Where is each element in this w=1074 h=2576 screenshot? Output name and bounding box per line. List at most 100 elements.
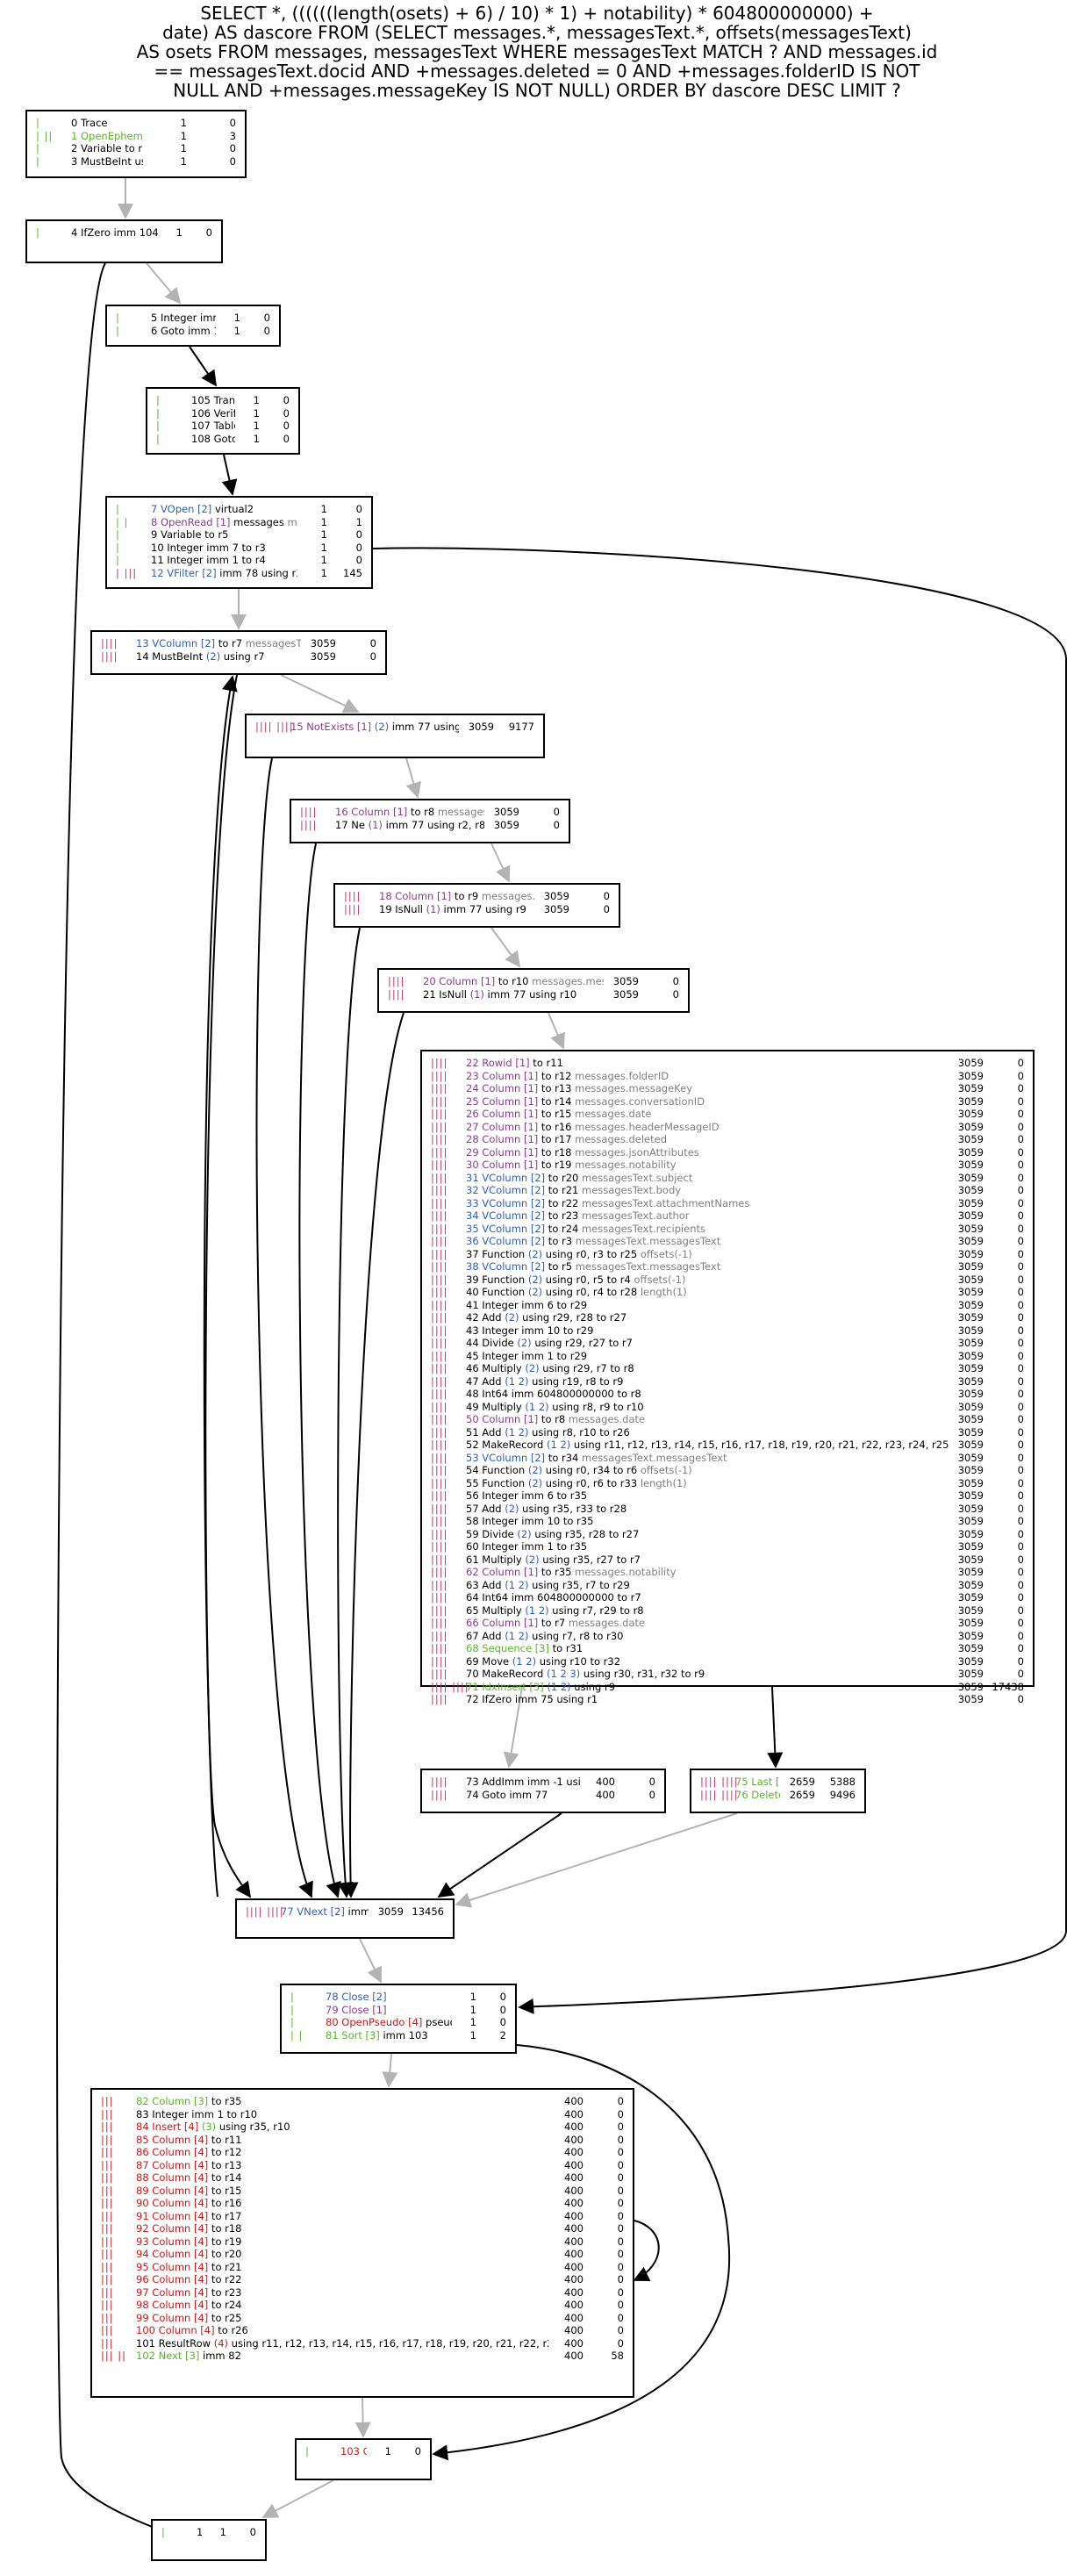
exec-count: 3059 bbox=[957, 1235, 984, 1247]
opcode-segment: (2) bbox=[517, 1337, 532, 1349]
opcode-segment: using r0, r5 to r4 bbox=[542, 1273, 634, 1286]
cycle-count: 0 bbox=[1017, 1273, 1024, 1286]
opcode-text: 56 Integer imm 6 to r35 bbox=[466, 1489, 949, 1503]
opcode-segment: 12 VFilter [2] bbox=[151, 566, 217, 579]
opcode-row: |||| 20 Column [1] to r10 messages.messag… bbox=[388, 975, 679, 988]
opcode-segment: imm 77 using r9 bbox=[440, 902, 526, 915]
cycle-count: 0 bbox=[617, 2133, 624, 2146]
opcode-row: |||| ||||76 Delete [3] 2659 9496 bbox=[700, 1789, 856, 1802]
opcode-text: 36 VColumn [2] to r3 messagesText.messag… bbox=[466, 1235, 949, 1248]
opcode-segment: messages.headerMessageID bbox=[575, 1120, 720, 1133]
register-bars: |||| bbox=[431, 1693, 448, 1705]
register-bars: | | bbox=[116, 515, 129, 528]
opcode-text: 102 Next [3] imm 82 bbox=[136, 2350, 548, 2363]
opcode-row: | 10 Integer imm 7 to r3 1 0 bbox=[116, 542, 362, 555]
cycle-count: 0 bbox=[1017, 1120, 1024, 1133]
exec-count: 400 bbox=[564, 2285, 584, 2299]
opcode-text: 44 Divide (2) using r29, r27 to r7 bbox=[466, 1337, 949, 1350]
flow-edge bbox=[204, 674, 252, 1898]
exec-count: 400 bbox=[564, 2311, 584, 2324]
opcode-block-n16: |||| 16 Column [1] to r8 messages.deleted… bbox=[290, 799, 570, 843]
opcode-row: ||| 92 Column [4] to r18 400 0 bbox=[101, 2222, 624, 2235]
opcode-segment: 97 Column [4] bbox=[136, 2285, 209, 2299]
opcode-row: |||| ||||77 VNext [2] imm 13 3059 13456 bbox=[246, 1905, 444, 1919]
opcode-row: |||| |||| 71 IdxInsert [3] (1 2) using r9… bbox=[431, 1681, 1024, 1694]
flow-edge bbox=[548, 1012, 565, 1050]
register-bars: |||| bbox=[431, 1159, 448, 1171]
register-bars: |||| bbox=[431, 1776, 448, 1788]
opcode-segment: using r30, r31, r32 to r9 bbox=[580, 1668, 705, 1680]
register-bars: | bbox=[290, 1991, 295, 2003]
opcode-segment: (1 2) bbox=[546, 1439, 571, 1451]
opcode-segment: to r18 bbox=[208, 2222, 242, 2235]
opcode-row: |||| 35 VColumn [2] to r24 messagesText.r… bbox=[431, 1223, 1024, 1236]
opcode-segment: 94 Column [4] bbox=[136, 2248, 209, 2260]
exec-count: 3059 bbox=[957, 1527, 984, 1540]
opcode-segment: 85 Column [4] bbox=[136, 2133, 209, 2146]
exec-count: 3059 bbox=[957, 1362, 984, 1374]
opcode-segment: (1) bbox=[426, 902, 440, 915]
cycle-count: 0 bbox=[1017, 1553, 1024, 1566]
cycle-count: 0 bbox=[355, 554, 362, 566]
opcode-text: 77 VNext [2] imm 13 bbox=[281, 1905, 369, 1919]
cycle-count: 0 bbox=[229, 142, 236, 154]
opcode-segment: messages.notability bbox=[575, 1159, 677, 1171]
opcode-row: |||| 31 VColumn [2] to r20 messagesText.s… bbox=[431, 1172, 1024, 1185]
register-bars: | bbox=[116, 312, 120, 324]
opcode-segment: imm 77 using r10 bbox=[483, 987, 577, 1001]
register-bars: |||| bbox=[431, 1133, 448, 1145]
exec-count: 1 bbox=[253, 432, 260, 445]
opcode-segment: to r5 bbox=[545, 1260, 576, 1273]
opcode-text: 22 Rowid [1] to r11 bbox=[466, 1057, 949, 1070]
opcode-row: |||| 39 Function (2) using r0, r5 to r4 o… bbox=[431, 1274, 1024, 1287]
register-bars: | bbox=[290, 2016, 295, 2028]
exec-count: 1 bbox=[180, 142, 187, 154]
opcode-segment: to r31 bbox=[548, 1642, 584, 1654]
exec-count: 400 bbox=[564, 2209, 584, 2222]
opcode-segment: 100 Column [4] bbox=[136, 2324, 215, 2336]
opcode-segment: length(1) bbox=[640, 1286, 687, 1298]
opcode-row: |||| 14 MustBeInt (2) using r7 3059 0 bbox=[101, 650, 376, 664]
cycle-count: 9177 bbox=[508, 721, 534, 733]
exec-count: 400 bbox=[596, 1776, 615, 1788]
flow-edge bbox=[189, 346, 218, 387]
opcode-text: 75 Last [3] bbox=[735, 1776, 780, 1789]
exec-count: 3059 bbox=[957, 1489, 984, 1502]
register-bars: |||| bbox=[431, 1515, 448, 1527]
opcode-row: |||| 72 IfZero imm 75 using r1 3059 0 bbox=[431, 1693, 1024, 1706]
cycle-count: 0 bbox=[1017, 1476, 1024, 1489]
opcode-segment: 82 Column [3] bbox=[136, 2095, 209, 2107]
opcode-row: |||| 52 MakeRecord (1 2) using r11, r12, … bbox=[431, 1439, 1024, 1452]
opcode-segment: 60 Integer imm 1 to r35 bbox=[466, 1540, 588, 1553]
register-bars: |||| bbox=[101, 649, 118, 663]
cycle-count: 0 bbox=[1017, 1502, 1024, 1515]
opcode-text: 68 Sequence [3] to r31 bbox=[466, 1642, 949, 1655]
cycle-count: 58 bbox=[611, 2350, 624, 2362]
cycle-count: 0 bbox=[1017, 1324, 1024, 1337]
register-bars: | bbox=[156, 432, 161, 445]
register-bars: |||| bbox=[388, 987, 405, 1001]
exec-count: 1 bbox=[320, 554, 327, 566]
cycle-count: 0 bbox=[617, 2235, 624, 2248]
exec-count: 3059 bbox=[957, 1184, 984, 1196]
cycle-count: 17438 bbox=[992, 1680, 1024, 1693]
opcode-segment: to r12 bbox=[538, 1069, 576, 1082]
opcode-segment: 70 MakeRecord bbox=[466, 1668, 547, 1680]
opcode-row: |||| 45 Integer imm 1 to r29 3059 0 bbox=[431, 1350, 1024, 1363]
opcode-text: 57 Add (2) using r35, r33 to r28 bbox=[466, 1503, 949, 1516]
exec-count: 1 bbox=[219, 2526, 226, 2538]
opcode-row: |||| 69 Move (1 2) using r10 to r32 3059 0 bbox=[431, 1655, 1024, 1668]
opcode-segment: 49 Multiply bbox=[466, 1400, 526, 1413]
register-bars: |||| bbox=[431, 1439, 448, 1451]
exec-count: 3059 bbox=[957, 1654, 984, 1668]
opcode-segment: to r24 bbox=[545, 1222, 583, 1235]
opcode-block-n82: ||| 82 Column [3] to r35 400 0 ||| 83 Integer… bbox=[90, 2088, 634, 2398]
register-bars: |||| bbox=[344, 902, 362, 915]
opcode-segment: 42 Add bbox=[466, 1311, 505, 1324]
opcode-segment: messagesText.messagesText bbox=[582, 1451, 727, 1464]
opcode-row: |||| 21 IsNull (1) imm 77 using r10 3059 0 bbox=[388, 988, 679, 1001]
cycle-count: 0 bbox=[499, 2016, 506, 2028]
opcode-segment: messagesText.body bbox=[582, 1184, 682, 1196]
opcode-text: 52 MakeRecord (1 2) using r11, r12, r13,… bbox=[466, 1439, 949, 1452]
opcode-row: | 78 Close [2] 1 0 bbox=[290, 1991, 506, 2004]
